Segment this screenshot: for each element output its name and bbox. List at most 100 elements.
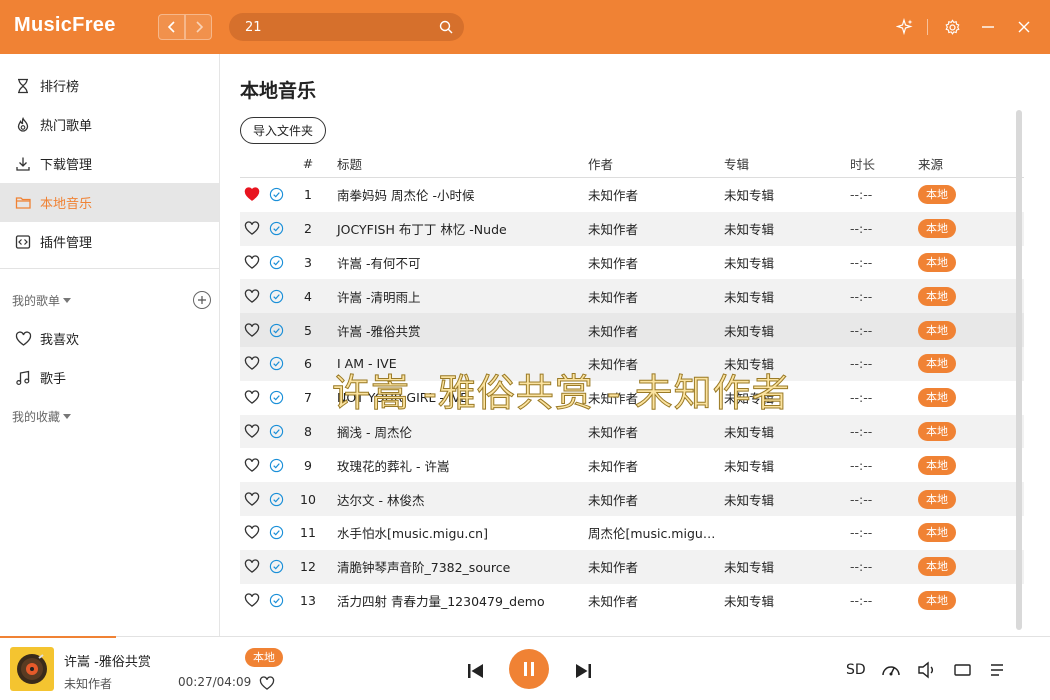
song-duration: --:-- [850, 592, 873, 608]
song-duration: --:-- [850, 525, 873, 541]
song-duration: --:-- [850, 559, 873, 575]
quality-button[interactable]: SD [846, 662, 866, 678]
song-duration: --:-- [850, 457, 873, 473]
table-row[interactable]: 12 清脆钟琴声音阶_7382_source 未知作者 未知专辑 --:-- 本… [240, 549, 1024, 584]
playlist-icon[interactable] [988, 659, 1010, 681]
gear-icon[interactable] [940, 15, 964, 39]
source-badge: 本地 [918, 320, 956, 340]
sidebar-item-charts[interactable]: 排行榜 [0, 66, 219, 105]
heart-outline-icon[interactable] [243, 456, 261, 474]
downloaded-cell [264, 558, 288, 576]
heart-outline-icon[interactable] [243, 321, 261, 339]
heart-outline-icon[interactable] [243, 287, 261, 305]
table-row[interactable]: 2 JOCYFISH 布丁丁 林忆 -Nude 未知作者 未知专辑 --:-- … [240, 211, 1024, 246]
downloaded-cell [264, 456, 288, 474]
previous-button[interactable] [462, 657, 490, 685]
table-row[interactable]: 4 许嵩 -清明雨上 未知作者 未知专辑 --:-- 本地 [240, 279, 1024, 314]
heart-outline-icon[interactable] [243, 253, 261, 271]
table-row[interactable]: 5 许嵩 -雅俗共赏 未知作者 未知专辑 --:-- 本地 [240, 313, 1024, 347]
table-row[interactable]: 13 活力四射 青春力量_1230479_demo 未知作者 未知专辑 --:-… [240, 584, 1024, 618]
trophy-icon [14, 77, 32, 95]
album-cover[interactable] [10, 647, 54, 691]
table-row[interactable]: 7 NOT YOUR GIRL - IVE 未知作者 未知专辑 --:-- 本地 [240, 381, 1024, 415]
sidebar-item-singers[interactable]: 歌手 [0, 358, 219, 397]
heart-outline-icon[interactable] [243, 220, 261, 238]
like-cell [240, 456, 264, 474]
song-title: 南拳妈妈 周杰伦 -小时候 [337, 188, 475, 204]
heart-outline-icon[interactable] [243, 591, 261, 609]
row-number: 8 [304, 423, 312, 439]
source-cell: 本地 [918, 590, 998, 610]
song-duration: --:-- [850, 423, 873, 439]
source-badge: 本地 [918, 489, 956, 509]
heart-icon [14, 330, 32, 348]
next-button[interactable] [569, 657, 597, 685]
check-circle-icon [267, 389, 285, 407]
row-number: 1 [304, 187, 312, 203]
heart-outline-icon[interactable] [243, 558, 261, 576]
song-title: 清脆钟琴声音阶_7382_source [337, 560, 511, 576]
source-cell: 本地 [918, 219, 998, 239]
source-cell: 本地 [918, 489, 998, 509]
theme-sparkle-icon[interactable] [893, 15, 917, 39]
song-album: 未知专辑 [724, 560, 775, 576]
song-artist: 未知作者 [588, 222, 639, 238]
check-circle-icon [267, 558, 285, 576]
song-album: 未知专辑 [724, 255, 775, 271]
forward-button[interactable] [185, 14, 212, 40]
song-album: 未知专辑 [724, 289, 775, 305]
sidebar-item-favorites[interactable]: 我喜欢 [0, 319, 219, 358]
search-input[interactable] [245, 19, 438, 35]
search-icon[interactable] [438, 19, 454, 35]
check-circle-icon [267, 591, 285, 609]
sidebar-item-hot-playlists[interactable]: 热门歌单 [0, 105, 219, 144]
source-badge: 本地 [918, 252, 956, 272]
heart-outline-icon[interactable] [243, 490, 261, 508]
like-cell [240, 422, 264, 440]
chevron-right-icon [195, 21, 203, 33]
table-row[interactable]: 9 玫瑰花的葬礼 - 许嵩 未知作者 未知专辑 --:-- 本地 [240, 448, 1024, 482]
table-row[interactable]: 8 搁浅 - 周杰伦 未知作者 未知专辑 --:-- 本地 [240, 414, 1024, 449]
add-playlist-button[interactable] [193, 291, 211, 309]
song-title: 达尔文 - 林俊杰 [337, 492, 425, 508]
progress-bar[interactable] [0, 636, 116, 638]
back-button[interactable] [158, 14, 185, 40]
pause-button[interactable] [509, 649, 549, 689]
close-icon[interactable] [1012, 15, 1036, 39]
source-badge: 本地 [918, 388, 956, 408]
table-row[interactable]: 3 许嵩 -有何不可 未知作者 未知专辑 --:-- 本地 [240, 246, 1024, 280]
song-album: 未知专辑 [724, 323, 775, 339]
heart-outline-icon[interactable] [243, 389, 261, 407]
like-cell [240, 389, 264, 407]
sidebar-item-downloads[interactable]: 下载管理 [0, 144, 219, 183]
my-collection-toggle[interactable]: 我的收藏 [12, 408, 72, 425]
scrollbar[interactable] [1016, 110, 1022, 630]
downloaded-cell [264, 524, 288, 542]
my-playlists-toggle[interactable]: 我的歌单 [12, 292, 72, 309]
sidebar-item-plugins[interactable]: 插件管理 [0, 222, 219, 261]
row-number: 4 [304, 288, 312, 304]
table-row[interactable]: 10 达尔文 - 林俊杰 未知作者 未知专辑 --:-- 本地 [240, 482, 1024, 516]
volume-icon[interactable] [916, 659, 938, 681]
minimize-icon[interactable] [976, 15, 1000, 39]
table-row[interactable]: 11 水手怕水[music.migu.cn] 周杰伦[music.migu...… [240, 516, 1024, 550]
sidebar-item-local-music[interactable]: 本地音乐 [0, 183, 219, 222]
heart-outline-icon[interactable] [243, 355, 261, 373]
source-badge: 本地 [245, 648, 283, 667]
song-artist: 未知作者 [588, 289, 639, 305]
song-title: 玫瑰花的葬礼 - 许嵩 [337, 458, 450, 474]
song-artist: 未知作者 [588, 357, 639, 373]
heart-outline-icon[interactable] [243, 524, 261, 542]
speed-gauge-icon[interactable] [880, 659, 902, 681]
lyric-icon[interactable] [952, 659, 974, 681]
like-button[interactable] [258, 674, 276, 692]
table-row[interactable]: 6 I AM - IVE 未知作者 未知专辑 --:-- 本地 [240, 346, 1024, 381]
song-album: 未知专辑 [724, 458, 775, 474]
heart-filled-icon[interactable] [243, 186, 261, 204]
table-row[interactable]: 1 南拳妈妈 周杰伦 -小时候 未知作者 未知专辑 --:-- 本地 [240, 178, 1024, 212]
window-controls [881, 15, 1036, 39]
my-playlists-header: 我的歌单 [0, 281, 219, 319]
check-circle-icon [267, 220, 285, 238]
import-folder-button[interactable]: 导入文件夹 [240, 117, 327, 144]
heart-outline-icon[interactable] [243, 422, 261, 440]
